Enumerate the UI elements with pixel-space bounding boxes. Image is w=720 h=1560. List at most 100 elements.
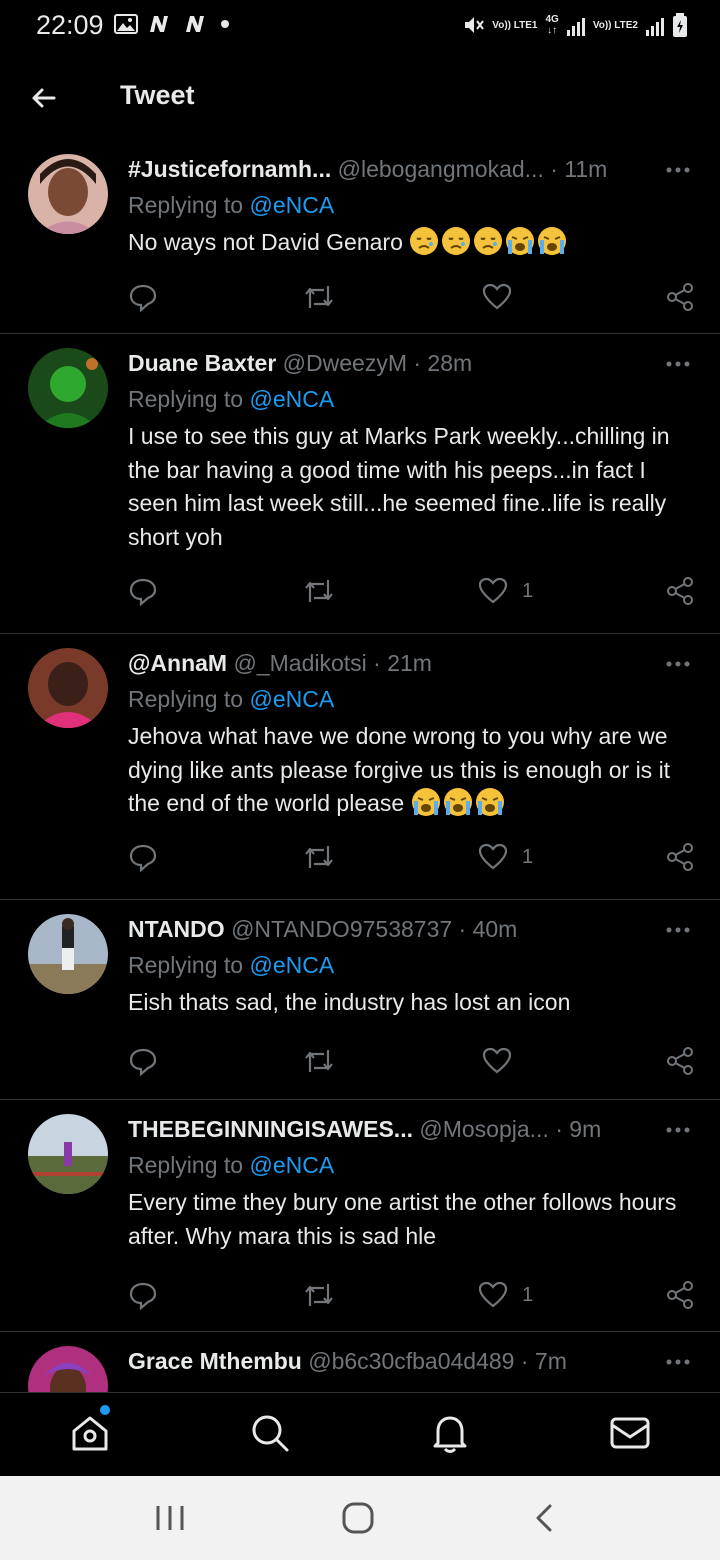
more-options-icon[interactable] (664, 162, 692, 178)
tweet-actions (128, 1046, 694, 1076)
reply-tweet[interactable]: Duane Baxter @DweezyM · 28m Replying to … (0, 334, 720, 634)
user-handle: @b6c30cfba04d489 (308, 1348, 515, 1374)
bottom-navigation (0, 1392, 720, 1476)
avatar[interactable] (28, 1114, 108, 1194)
display-name[interactable]: NTANDO (128, 916, 225, 942)
reply-button[interactable] (128, 1046, 158, 1076)
mention-link[interactable]: @eNCA (249, 192, 334, 218)
sad-face-emoji-icon (474, 227, 503, 255)
display-name[interactable]: THEBEGINNINGISAWES... (128, 1116, 413, 1142)
signal-bars-icon-2 (646, 14, 664, 36)
more-options-icon[interactable] (664, 356, 692, 372)
home-system-button[interactable] (338, 1500, 378, 1536)
nav-search[interactable] (248, 1411, 292, 1455)
mention-link[interactable]: @eNCA (249, 1152, 334, 1178)
like-button[interactable] (482, 282, 526, 312)
tweet-header: THEBEGINNINGISAWES... @Mosopja... · 9m (128, 1116, 630, 1143)
nav-home[interactable] (68, 1405, 112, 1455)
like-button[interactable] (482, 1046, 526, 1076)
back-arrow-icon[interactable] (24, 78, 64, 118)
like-count: 1 (522, 1283, 534, 1306)
reply-tweet[interactable]: Grace Mthembu @b6c30cfba04d489 · 7m (0, 1332, 720, 1392)
retweet-button[interactable] (302, 1046, 336, 1076)
nav-messages[interactable] (608, 1411, 652, 1455)
more-options-icon[interactable] (664, 922, 692, 938)
replying-to: Replying to @eNCA (128, 386, 335, 412)
reply-icon (129, 844, 157, 872)
back-chevron-icon (536, 1504, 552, 1532)
tweet-header: NTANDO @NTANDO97538737 · 40m (128, 916, 630, 943)
status-right-icons: Vo)) LTE1 4G ↓↑ Vo)) LTE2 (462, 12, 688, 38)
retweet-icon (305, 1050, 333, 1072)
share-button[interactable] (666, 576, 694, 606)
retweet-button[interactable] (302, 1280, 336, 1310)
reply-button[interactable] (128, 282, 158, 312)
home-icon (72, 1416, 108, 1451)
top-app-bar: Tweet (0, 54, 720, 140)
share-icon (667, 1281, 693, 1309)
crying-face-emoji-icon (411, 788, 440, 816)
avatar[interactable] (28, 914, 108, 994)
emoji-group (411, 788, 507, 816)
tweet-header: #Justicefornamh... @lebogangmokad... · 1… (128, 156, 630, 183)
display-name[interactable]: Duane Baxter (128, 350, 276, 376)
tweet-actions: 1 (128, 576, 694, 606)
retweet-button[interactable] (302, 282, 336, 312)
like-button[interactable]: 1 (478, 576, 533, 606)
nav-notifications[interactable] (428, 1411, 472, 1455)
heart-icon (478, 1281, 508, 1308)
dot-icon (221, 20, 229, 28)
tweet-time: · 7m (520, 1348, 567, 1374)
more-options-icon[interactable] (664, 1354, 692, 1370)
like-button[interactable]: 1 (478, 1280, 533, 1310)
retweet-button[interactable] (302, 842, 336, 872)
avatar[interactable] (28, 1346, 108, 1392)
more-options-icon[interactable] (664, 1122, 692, 1138)
share-button[interactable] (666, 1280, 694, 1310)
avatar[interactable] (28, 648, 108, 728)
reply-tweet[interactable]: THEBEGINNINGISAWES... @Mosopja... · 9m R… (0, 1100, 720, 1332)
like-button[interactable]: 1 (478, 842, 533, 872)
search-icon (252, 1415, 289, 1452)
share-button[interactable] (666, 282, 694, 312)
back-system-button[interactable] (526, 1500, 566, 1536)
mention-link[interactable]: @eNCA (249, 386, 334, 412)
replying-to: Replying to @eNCA (128, 1152, 335, 1178)
crying-face-emoji-icon (506, 227, 535, 255)
share-icon (667, 843, 693, 871)
reply-tweet[interactable]: NTANDO @NTANDO97538737 · 40m Replying to… (0, 900, 720, 1100)
avatar[interactable] (28, 154, 108, 234)
tweet-text: No ways not David Genaro (128, 226, 698, 260)
share-button[interactable] (666, 1046, 694, 1076)
display-name[interactable]: #Justicefornamh... (128, 156, 331, 182)
avatar[interactable] (28, 348, 108, 428)
mention-link[interactable]: @eNCA (249, 952, 334, 978)
retweet-icon (305, 1284, 333, 1306)
signal-bars-icon (566, 14, 585, 36)
recents-button[interactable] (150, 1500, 190, 1536)
reply-tweet[interactable]: @AnnaM @_Madikotsi · 21m Replying to @eN… (0, 634, 720, 900)
retweet-button[interactable] (302, 576, 336, 606)
reply-tweet[interactable]: #Justicefornamh... @lebogangmokad... · 1… (0, 140, 720, 334)
display-name[interactable]: @AnnaM (128, 650, 227, 676)
share-icon (667, 283, 693, 311)
sim1-label: Vo)) LTE1 (492, 19, 538, 31)
reply-button[interactable] (128, 576, 158, 606)
retweet-icon (305, 580, 333, 602)
display-name[interactable]: Grace Mthembu (128, 1348, 302, 1374)
reply-icon (129, 1048, 157, 1076)
more-options-icon[interactable] (664, 656, 692, 672)
reply-button[interactable] (128, 842, 158, 872)
mention-link[interactable]: @eNCA (249, 686, 334, 712)
share-button[interactable] (666, 842, 694, 872)
tweet-text: Jehova what have we done wrong to you wh… (128, 723, 671, 816)
mute-icon (465, 17, 485, 33)
reply-button[interactable] (128, 1280, 158, 1310)
tweet-time: · 40m (458, 916, 518, 942)
like-count: 1 (522, 845, 534, 868)
crying-face-emoji-icon (443, 788, 472, 816)
sad-face-emoji-icon (442, 227, 471, 255)
user-handle: @_Madikotsi (233, 650, 367, 676)
tweet-time: · 9m (555, 1116, 602, 1142)
user-handle: @lebogangmokad... (337, 156, 544, 182)
